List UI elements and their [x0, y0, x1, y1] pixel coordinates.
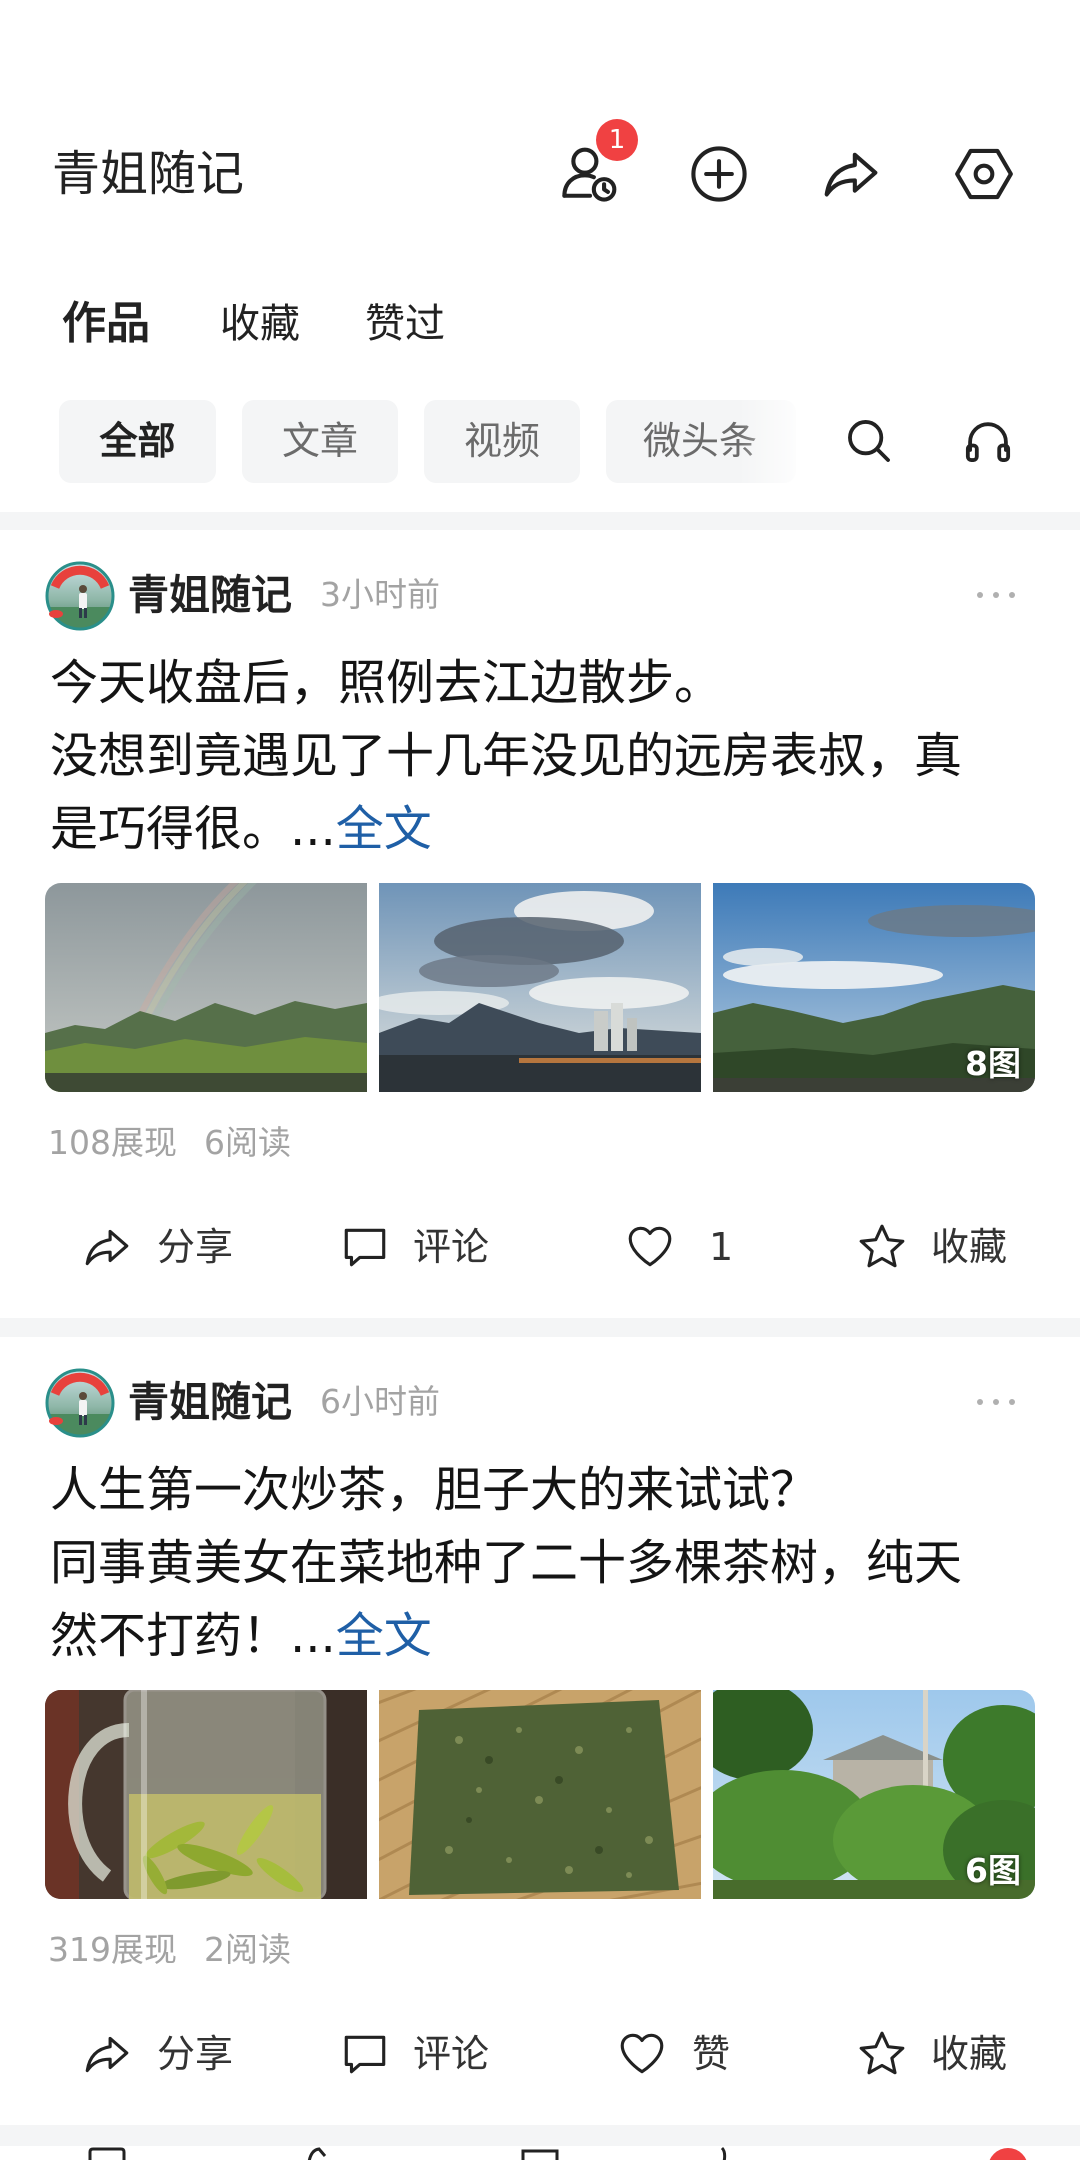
post-image[interactable]: 6图	[713, 1690, 1035, 1899]
post-separator	[0, 2125, 1080, 2146]
post-time: 6小时前	[320, 1382, 440, 1421]
filter-videos[interactable]: 视频	[424, 400, 580, 483]
filter-all[interactable]: 全部	[59, 400, 216, 483]
share-button[interactable]: 分享	[157, 1223, 233, 1271]
tab-favorites[interactable]: 收藏	[220, 296, 300, 352]
read-full-link[interactable]: 全文	[336, 801, 432, 857]
feed-post[interactable]: 青姐随记 3小时前 今天收盘后，照例去江边散步。 没想到竟遇见了十几年没见的远房…	[0, 530, 1080, 1318]
share-icon[interactable]	[81, 1221, 133, 1273]
ellipsis: ...	[290, 801, 336, 857]
like-button[interactable]: 赞	[692, 2030, 730, 2078]
ellipsis: ...	[290, 1608, 336, 1664]
section-separator	[0, 512, 1080, 530]
feed-post[interactable]: 青姐随记 6小时前 人生第一次炒茶，胆子大的来试试？ 同事黄美女在菜地种了二十多…	[0, 1337, 1080, 2125]
like-button[interactable]: 1	[709, 1223, 733, 1271]
post-image[interactable]	[45, 883, 367, 1092]
post-text-line: 同事黄美女在菜地种了二十多棵茶树，纯天	[50, 1535, 963, 1591]
bottom-nav-badge	[989, 2148, 1027, 2160]
bottom-nav-item-icon[interactable]	[515, 2146, 565, 2160]
rainbow-landscape-photo	[45, 883, 367, 1092]
plus-circle-icon[interactable]	[687, 142, 751, 206]
read-full-link[interactable]: 全文	[336, 1608, 432, 1664]
post-text-line: 没想到竟遇见了十几年没见的远房表叔，真	[50, 728, 963, 784]
tab-works[interactable]: 作品	[62, 296, 150, 352]
post-text-line: 是巧得很。...全文	[50, 793, 962, 866]
post-time: 3小时前	[320, 575, 440, 614]
star-icon[interactable]	[856, 1221, 908, 1273]
bottom-nav-item-icon[interactable]	[82, 2146, 132, 2160]
share-icon[interactable]	[819, 142, 883, 206]
heart-icon[interactable]	[616, 2028, 668, 2080]
post-image[interactable]	[379, 883, 701, 1092]
image-grid[interactable]: 6图	[45, 1690, 1035, 1899]
post-text-line: 人生第一次炒茶，胆子大的来试试？	[50, 1462, 819, 1518]
bottom-nav-item-icon[interactable]	[698, 2146, 748, 2160]
author-name[interactable]: 青姐随记	[128, 1377, 292, 1427]
filter-articles[interactable]: 文章	[242, 400, 398, 483]
post-text-line-end: 然不打药！	[50, 1608, 291, 1664]
avatar[interactable]	[45, 1368, 115, 1438]
view-count: 319展现	[48, 1930, 177, 1969]
share-icon[interactable]	[81, 2028, 133, 2080]
profile-title: 青姐随记	[52, 146, 245, 202]
post-text[interactable]: 人生第一次炒茶，胆子大的来试试？ 同事黄美女在菜地种了二十多棵茶树，纯天 然不打…	[50, 1454, 962, 1673]
search-icon[interactable]	[841, 413, 897, 469]
read-count: 6阅读	[204, 1123, 291, 1162]
avatar[interactable]	[45, 561, 115, 631]
green-tea-glass-photo	[45, 1690, 367, 1899]
bottom-nav-item-icon[interactable]	[289, 2146, 339, 2160]
comment-icon[interactable]	[339, 2028, 391, 2080]
star-icon[interactable]	[856, 2028, 908, 2080]
read-count: 2阅读	[204, 1930, 291, 1969]
post-text-line: 今天收盘后，照例去江边散步。	[50, 655, 723, 711]
image-count-label: 8图	[965, 1044, 1021, 1083]
post-image[interactable]	[45, 1690, 367, 1899]
favorite-button[interactable]: 收藏	[931, 2030, 1007, 2078]
image-grid[interactable]: 8图	[45, 883, 1035, 1092]
bottom-nav	[0, 2146, 1080, 2160]
view-count: 108展现	[48, 1123, 177, 1162]
post-text-line: 然不打药！...全文	[50, 1600, 962, 1673]
comment-button[interactable]: 评论	[413, 1223, 489, 1271]
cloudy-sky-photo	[379, 883, 701, 1092]
post-text[interactable]: 今天收盘后，照例去江边散步。 没想到竟遇见了十几年没见的远房表叔，真 是巧得很。…	[50, 647, 962, 866]
post-image[interactable]	[379, 1690, 701, 1899]
tea-leaves-basket-photo	[379, 1690, 701, 1899]
headphones-icon[interactable]	[960, 413, 1016, 469]
comment-icon[interactable]	[339, 1221, 391, 1273]
comment-button[interactable]: 评论	[413, 2030, 489, 2078]
post-text-line-end: 是巧得很。	[50, 801, 291, 857]
more-options-icon[interactable]	[972, 585, 1020, 605]
author-name[interactable]: 青姐随记	[128, 570, 292, 620]
more-options-icon[interactable]	[972, 1392, 1020, 1412]
post-image[interactable]: 8图	[713, 883, 1035, 1092]
filter-fade-overlay	[738, 400, 822, 483]
image-count-label: 6图	[965, 1851, 1021, 1890]
tab-liked[interactable]: 赞过	[365, 296, 445, 352]
notification-badge: 1	[596, 119, 638, 161]
settings-icon[interactable]	[952, 142, 1016, 206]
favorite-button[interactable]: 收藏	[931, 1223, 1007, 1271]
heart-icon[interactable]	[624, 1221, 676, 1273]
share-button[interactable]: 分享	[157, 2030, 233, 2078]
post-separator	[0, 1318, 1080, 1337]
